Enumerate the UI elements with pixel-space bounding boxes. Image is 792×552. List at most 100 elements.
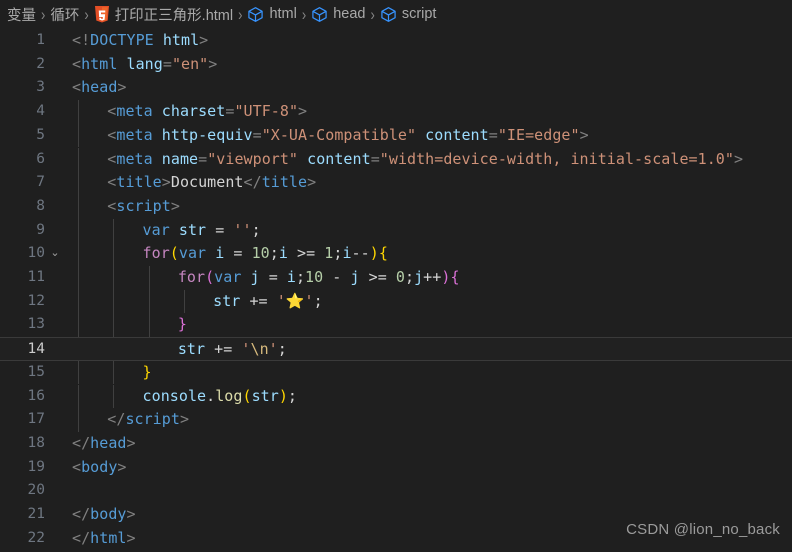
token-op: -- (351, 244, 370, 263)
token-punct: > (126, 528, 136, 547)
code-text: </head> (72, 432, 136, 456)
token-punct: > (307, 173, 317, 192)
breadcrumb-item-循环[interactable]: 循环 (49, 4, 80, 25)
code-line[interactable]: 14 str += '\n'; (0, 337, 792, 361)
code-text: <meta name="viewport" content="width=dev… (107, 148, 743, 172)
breadcrumb-separator: › (370, 4, 375, 24)
code-line[interactable]: 1 <!DOCTYPE html> (0, 29, 792, 53)
code-line[interactable]: 2 <html lang="en"> (0, 53, 792, 77)
breadcrumb-item-变量[interactable]: 变量 (6, 4, 37, 25)
line-number: 21 (27, 506, 45, 522)
line-number: 8 (36, 197, 45, 214)
breadcrumb-item-label: 循环 (50, 7, 80, 24)
token-op: ; (295, 268, 306, 286)
token-num: 0 (395, 268, 405, 286)
token-b1: ) (278, 386, 288, 405)
token-op: . (206, 386, 216, 405)
token-tag: html (90, 528, 127, 547)
token-var: j (250, 268, 260, 286)
token-punct: </ (72, 505, 91, 523)
code-line[interactable]: 12 str += '⭐'; (0, 290, 792, 314)
token-punct: > (117, 457, 127, 476)
code-line[interactable]: 13} (0, 313, 792, 337)
breadcrumb-item-label: 变量 (7, 7, 36, 24)
token-op: - (323, 268, 351, 286)
token-punct: < (72, 457, 82, 476)
token-punct: = (198, 149, 208, 168)
html5-icon (94, 5, 110, 23)
symbol-module-icon (247, 6, 264, 23)
token-tag: DOCTYPE (90, 31, 154, 49)
token-punct: > (179, 410, 190, 429)
token-punct: > (199, 31, 209, 49)
breadcrumb-item-label: html (269, 6, 297, 22)
watermark: CSDN @lion_no_back (626, 521, 780, 538)
token-str: "X-UA-Compatible" (261, 125, 417, 144)
breadcrumb-item-head[interactable]: head (310, 6, 366, 23)
token-var: i (342, 244, 352, 263)
token-attr: http-equiv (161, 125, 253, 144)
code-line[interactable]: 4 <meta charset="UTF-8"> (0, 100, 792, 124)
token-var: str (177, 340, 206, 359)
token-op: ++ (423, 268, 442, 286)
code-line[interactable]: 7 <title>Document</title> (0, 171, 792, 195)
token-punct: </ (243, 173, 262, 192)
code-line[interactable]: 16 console.log(str); (0, 385, 792, 409)
code-line[interactable]: 20 (0, 479, 792, 503)
code-line[interactable]: 19 <body> (0, 456, 792, 480)
token-var: str (178, 220, 207, 239)
code-line[interactable]: 10 ⌄ for(var i = 10;i >= 1;i--){ (0, 242, 792, 266)
token-op: ; (287, 386, 297, 405)
code-line[interactable]: 9 var str = ''; (0, 219, 792, 243)
token-txt: Document (170, 173, 244, 192)
token-tag: head (90, 433, 127, 452)
breadcrumb-item-script[interactable]: script (379, 6, 438, 23)
breadcrumb-item-html[interactable]: html (246, 6, 297, 23)
code-line[interactable]: 8 <script> (0, 195, 792, 219)
line-number: 1 (36, 32, 45, 48)
code-line[interactable]: 11 for(var j = i;10 - j >= 0;j++){ (0, 266, 792, 290)
code-text: var str = ''; (143, 219, 261, 243)
code-line[interactable]: 18 </head> (0, 432, 792, 456)
token-var: j (414, 268, 424, 286)
code-line[interactable]: 5 <meta http-equiv="X-UA-Compatible" cont… (0, 124, 792, 148)
breadcrumb[interactable]: 变量 › 循环 › 打印正三角形.html › html › head › script (0, 0, 792, 28)
token-punct: <! (72, 31, 91, 49)
token-attr: html (162, 31, 200, 49)
breadcrumb-item-打印正三角形.html[interactable]: 打印正三角形.html (93, 4, 234, 25)
token-punct: = (252, 125, 262, 144)
token-punct: </ (72, 528, 91, 547)
breadcrumb-separator: › (41, 4, 46, 24)
token-op: ; (251, 220, 261, 239)
token-kw: var (142, 220, 170, 239)
token-str: ' (268, 340, 278, 359)
code-text: <html lang="en"> (72, 53, 217, 77)
token-op: ; (313, 291, 323, 310)
code-line[interactable]: 17 </script> (0, 408, 792, 432)
token-punct: < (107, 173, 117, 192)
token-tag: head (81, 78, 118, 97)
token-var: str (213, 291, 241, 310)
code-text: } (178, 313, 187, 337)
code-line[interactable]: 3 <head> (0, 76, 792, 100)
token-tag: body (81, 457, 118, 476)
token-op: += (205, 340, 242, 359)
token-b1: { (378, 244, 388, 263)
chevron-down-icon[interactable]: ⌄ (47, 242, 63, 266)
token-fn: log (215, 386, 243, 405)
code-text: <body> (72, 456, 127, 480)
token-punct: > (126, 505, 136, 523)
code-line[interactable]: 15} (0, 361, 792, 385)
code-line[interactable]: 6 <meta name="viewport" content="width=de… (0, 148, 792, 172)
token-num: 1 (324, 244, 334, 263)
line-number: 14 (27, 341, 45, 358)
token-tag: title (116, 173, 162, 192)
code-text: str += '⭐'; (213, 290, 323, 314)
code-editor[interactable]: 1 <!DOCTYPE html> 2 <html lang="en"> 3 <head>… (0, 28, 792, 552)
line-number: 15 (27, 363, 45, 380)
